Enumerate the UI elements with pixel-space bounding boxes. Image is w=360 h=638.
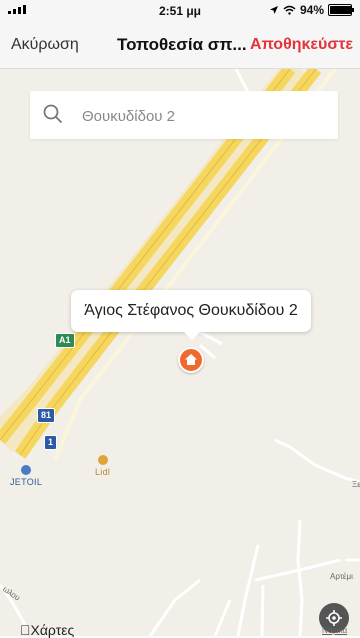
location-pin[interactable] (178, 347, 204, 373)
search-input[interactable] (80, 91, 334, 141)
location-callout[interactable]: Άγιος Στέφανος Θουκυδίδου 2 (71, 290, 311, 340)
street-label: Αρτέμι (330, 572, 353, 581)
search-box[interactable] (30, 91, 338, 141)
cancel-button[interactable]: Ακύρωση (11, 36, 79, 54)
route-badge-a1: A1 (55, 333, 75, 348)
route-badge-1: 1 (44, 435, 58, 450)
status-bar: 2:51 μμ 94% (0, 0, 360, 22)
locate-icon (326, 610, 342, 626)
shopping-bag-icon (97, 455, 108, 465)
legal-link[interactable]: Νομικά (322, 626, 347, 635)
poi-label: Lidl (95, 467, 111, 477)
battery-percent: 94% (299, 3, 324, 17)
route-badge-81: 81 (37, 408, 56, 423)
poi-lidl[interactable]: Lidl (95, 455, 110, 477)
search-icon (43, 104, 63, 124)
fuel-icon (21, 465, 32, 475)
navigation-bar: Ακύρωση Τοποθεσία σπ... Αποθηκεύστε (0, 22, 360, 69)
battery-icon (328, 4, 354, 16)
poi-jetoil[interactable]: JETOIL (10, 465, 42, 487)
street-label: Ξε (352, 480, 360, 489)
page-title: Τοποθεσία σπ... (117, 35, 247, 54)
poi-label: JETOIL (10, 477, 43, 487)
location-arrow-icon (269, 6, 278, 14)
save-button[interactable]: Αποθηκεύστε (250, 36, 353, 54)
wifi-icon (283, 5, 296, 15)
home-icon (185, 354, 197, 365)
